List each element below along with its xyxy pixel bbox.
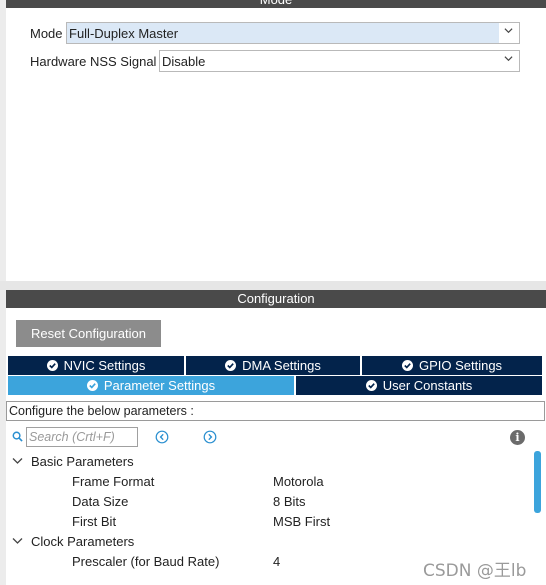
tab-label: NVIC Settings — [63, 358, 146, 373]
group-basic-parameters[interactable]: Basic Parameters — [12, 451, 134, 471]
param-value: Motorola — [273, 473, 324, 489]
tab-label: GPIO Settings — [418, 358, 503, 373]
tab-user-constants[interactable]: User Constants — [296, 376, 542, 395]
tab-dma-settings[interactable]: DMA Settings — [186, 356, 362, 375]
chevron-down-icon — [504, 56, 513, 62]
vertical-scrollbar[interactable] — [534, 451, 541, 513]
tab-nvic-settings[interactable]: NVIC Settings — [8, 356, 186, 375]
nss-select-value: Disable — [162, 53, 206, 69]
tab-gpio-settings[interactable]: GPIO Settings — [362, 356, 542, 375]
chevron-down-icon — [504, 28, 513, 34]
tab-label: DMA Settings — [242, 358, 321, 373]
nss-label: Hardware NSS Signal — [30, 53, 157, 69]
mode-select-value: Full-Duplex Master — [69, 25, 179, 41]
group-clock-parameters[interactable]: Clock Parameters — [12, 531, 134, 551]
group-label: Clock Parameters — [31, 533, 135, 549]
check-circle-icon — [86, 380, 98, 391]
group-label: Basic Parameters — [31, 453, 134, 469]
search-previous-icon[interactable] — [155, 430, 169, 444]
info-icon[interactable]: i — [510, 430, 525, 445]
mode-dropdown-button[interactable] — [499, 23, 519, 43]
param-name: Prescaler (for Baud Rate) — [72, 553, 220, 569]
check-circle-icon — [46, 360, 58, 371]
param-row[interactable]: Frame Format Motorola — [0, 471, 530, 491]
param-name: First Bit — [72, 513, 117, 529]
tab-label: User Constants — [382, 378, 473, 393]
parameters-description: Configure the below parameters : — [6, 401, 545, 421]
chevron-down-icon — [12, 458, 23, 464]
param-row[interactable]: Data Size 8 Bits — [0, 491, 530, 511]
nss-dropdown-button[interactable] — [499, 51, 519, 71]
watermark: CSDN @王lb — [423, 561, 527, 581]
param-value: 4 — [273, 553, 281, 569]
chevron-down-icon — [12, 538, 23, 544]
param-name: Frame Format — [72, 473, 155, 489]
tab-parameter-settings[interactable]: Parameter Settings — [8, 376, 296, 395]
search-next-icon[interactable] — [203, 430, 217, 444]
nss-select[interactable]: Disable — [159, 50, 520, 72]
search-icon — [12, 431, 23, 442]
param-value: MSB First — [273, 513, 331, 529]
mode-row: Mode — [30, 22, 63, 44]
configuration-panel-header: Configuration — [6, 290, 546, 308]
check-circle-icon — [225, 360, 237, 371]
tab-label: Parameter Settings — [103, 378, 216, 393]
param-name: Data Size — [72, 493, 129, 509]
mode-select[interactable]: Full-Duplex Master — [66, 22, 520, 44]
mode-panel-header: Mode — [6, 0, 546, 8]
check-circle-icon — [401, 360, 413, 371]
param-value: 8 Bits — [273, 493, 306, 509]
reset-configuration-button[interactable]: Reset Configuration — [16, 320, 161, 347]
search-input[interactable]: Search (Crtl+F) — [26, 427, 138, 447]
param-row[interactable]: First Bit MSB First — [0, 511, 530, 531]
nss-row: Hardware NSS Signal — [30, 50, 156, 72]
panel-divider[interactable] — [0, 281, 546, 290]
mode-label: Mode — [30, 25, 63, 41]
check-circle-icon — [365, 380, 377, 391]
